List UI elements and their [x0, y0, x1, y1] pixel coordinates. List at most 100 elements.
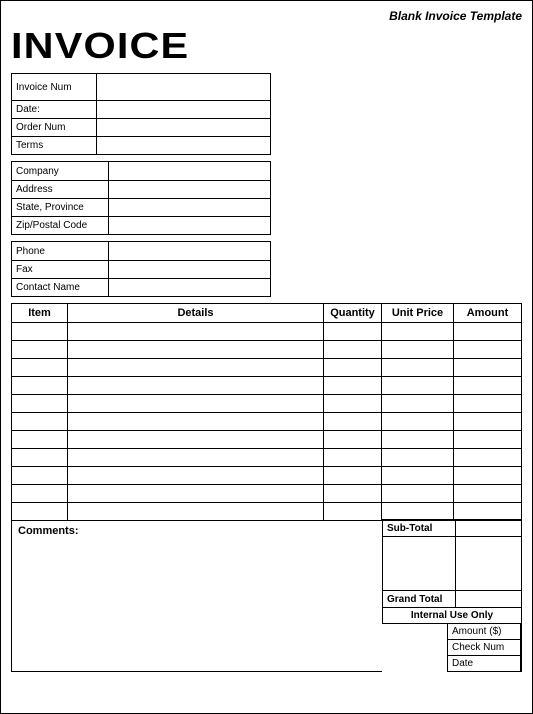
col-qty: Quantity: [324, 304, 382, 323]
state-value[interactable]: [108, 199, 270, 216]
table-row: [12, 431, 522, 449]
cell-details[interactable]: [68, 431, 324, 449]
order-num-value[interactable]: [96, 119, 270, 136]
table-row: [12, 395, 522, 413]
cell-item[interactable]: [12, 341, 68, 359]
meta-block: Invoice Num Date: Order Num Terms: [11, 73, 271, 155]
cell-amount[interactable]: [454, 413, 522, 431]
table-row: [12, 341, 522, 359]
col-price: Unit Price: [382, 304, 454, 323]
cell-item[interactable]: [12, 359, 68, 377]
cell-price[interactable]: [382, 377, 454, 395]
internal-block: Amount ($) Check Num Date: [447, 624, 522, 672]
subtotal-value[interactable]: [455, 520, 521, 536]
cell-price[interactable]: [382, 323, 454, 341]
internal-amount-value[interactable]: [520, 624, 521, 639]
cell-item[interactable]: [12, 377, 68, 395]
cell-qty[interactable]: [324, 323, 382, 341]
order-num-label: Order Num: [12, 119, 96, 136]
cell-amount[interactable]: [454, 377, 522, 395]
cell-details[interactable]: [68, 395, 324, 413]
cell-item[interactable]: [12, 431, 68, 449]
fax-value[interactable]: [108, 261, 270, 278]
contact-block: Phone Fax Contact Name: [11, 241, 271, 297]
internal-date-label: Date: [448, 656, 520, 671]
cell-details[interactable]: [68, 467, 324, 485]
phone-value[interactable]: [108, 242, 270, 260]
page-title: INVOICE: [11, 25, 533, 67]
cell-details[interactable]: [68, 413, 324, 431]
internal-check-value[interactable]: [520, 640, 521, 655]
address-label: Address: [12, 181, 108, 198]
table-row: [12, 467, 522, 485]
company-value[interactable]: [108, 162, 270, 180]
cell-qty[interactable]: [324, 449, 382, 467]
cell-details[interactable]: [68, 341, 324, 359]
cell-qty[interactable]: [324, 467, 382, 485]
col-details: Details: [68, 304, 324, 323]
cell-amount[interactable]: [454, 449, 522, 467]
cell-amount[interactable]: [454, 323, 522, 341]
invoice-num-value[interactable]: [96, 74, 270, 100]
cell-item[interactable]: [12, 395, 68, 413]
cell-qty[interactable]: [324, 395, 382, 413]
cell-price[interactable]: [382, 485, 454, 503]
cell-details[interactable]: [68, 503, 324, 521]
cell-item[interactable]: [12, 449, 68, 467]
comments-box[interactable]: Comments:: [11, 520, 382, 672]
cell-details[interactable]: [68, 359, 324, 377]
cell-price[interactable]: [382, 341, 454, 359]
cell-qty[interactable]: [324, 413, 382, 431]
table-row: [12, 503, 522, 521]
cell-item[interactable]: [12, 413, 68, 431]
cell-amount[interactable]: [454, 395, 522, 413]
table-row: [12, 323, 522, 341]
cell-item[interactable]: [12, 323, 68, 341]
cell-qty[interactable]: [324, 377, 382, 395]
cell-item[interactable]: [12, 467, 68, 485]
cell-amount[interactable]: [454, 359, 522, 377]
table-row: [12, 485, 522, 503]
contact-name-value[interactable]: [108, 279, 270, 296]
template-label: Blank Invoice Template: [11, 9, 522, 23]
cell-price[interactable]: [382, 449, 454, 467]
terms-value[interactable]: [96, 137, 270, 154]
table-row: [12, 359, 522, 377]
cell-details[interactable]: [68, 323, 324, 341]
line-items-table: Item Details Quantity Unit Price Amount: [11, 303, 522, 521]
cell-price[interactable]: [382, 503, 454, 521]
cell-item[interactable]: [12, 485, 68, 503]
table-row: [12, 377, 522, 395]
cell-qty[interactable]: [324, 359, 382, 377]
cell-qty[interactable]: [324, 503, 382, 521]
grandtotal-value[interactable]: [455, 591, 521, 607]
cell-amount[interactable]: [454, 341, 522, 359]
cell-qty[interactable]: [324, 431, 382, 449]
cell-price[interactable]: [382, 395, 454, 413]
grandtotal-label: Grand Total: [383, 591, 455, 607]
cell-amount[interactable]: [454, 503, 522, 521]
cell-amount[interactable]: [454, 467, 522, 485]
cell-price[interactable]: [382, 413, 454, 431]
fax-label: Fax: [12, 261, 108, 278]
cell-details[interactable]: [68, 377, 324, 395]
bottom-area: Comments: Sub-Total Grand Total Internal…: [11, 520, 522, 672]
address-value[interactable]: [108, 181, 270, 198]
cell-price[interactable]: [382, 359, 454, 377]
cell-details[interactable]: [68, 485, 324, 503]
cell-qty[interactable]: [324, 341, 382, 359]
internal-date-value[interactable]: [520, 656, 521, 671]
cell-details[interactable]: [68, 449, 324, 467]
totals-block: Sub-Total Grand Total Internal Use Only …: [382, 520, 522, 672]
cell-price[interactable]: [382, 467, 454, 485]
cell-item[interactable]: [12, 503, 68, 521]
zip-value[interactable]: [108, 217, 270, 234]
phone-label: Phone: [12, 242, 108, 260]
cell-amount[interactable]: [454, 431, 522, 449]
date-label: Date:: [12, 101, 96, 118]
internal-header: Internal Use Only: [382, 607, 522, 624]
cell-amount[interactable]: [454, 485, 522, 503]
cell-price[interactable]: [382, 431, 454, 449]
cell-qty[interactable]: [324, 485, 382, 503]
date-value[interactable]: [96, 101, 270, 118]
